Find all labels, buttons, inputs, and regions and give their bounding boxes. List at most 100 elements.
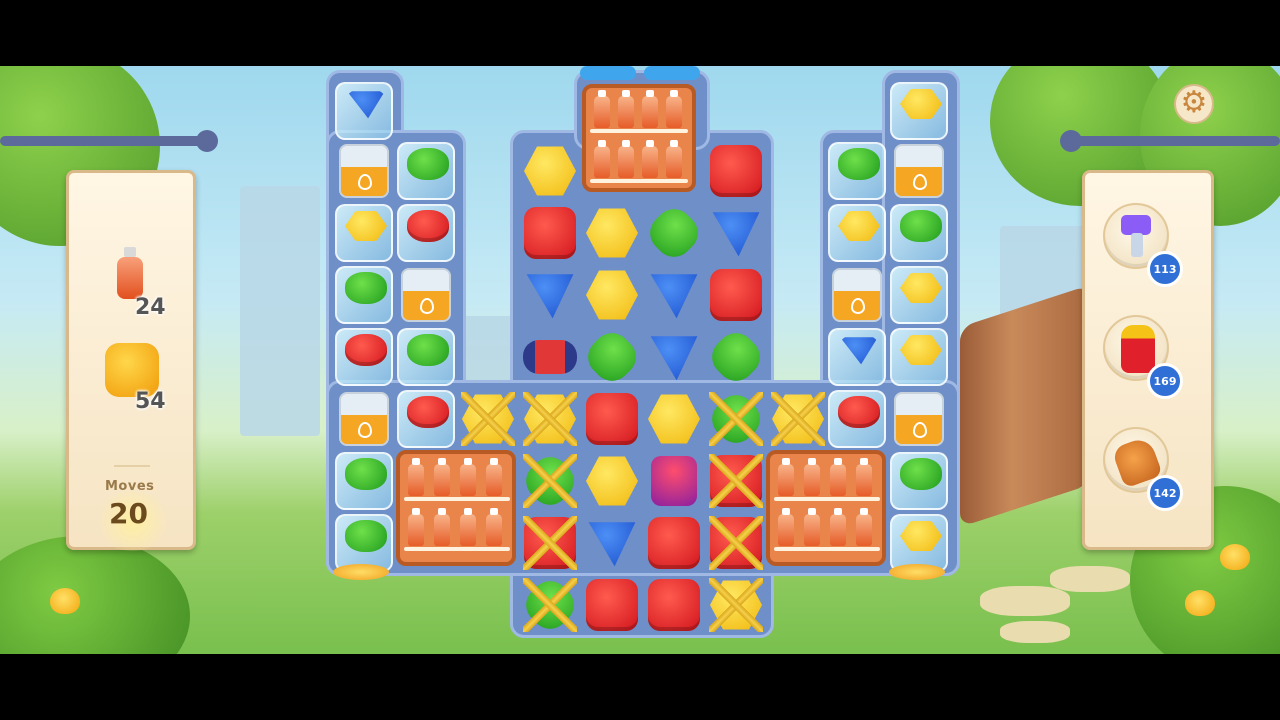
settings-button[interactable]: ⚙ bbox=[1174, 84, 1214, 124]
board-cell[interactable] bbox=[705, 512, 767, 574]
board-cell[interactable] bbox=[519, 388, 581, 450]
honey-jar bbox=[401, 268, 451, 322]
board-cell[interactable] bbox=[888, 140, 950, 202]
board-cell[interactable] bbox=[333, 202, 395, 264]
chain-lock bbox=[523, 578, 577, 632]
flower bbox=[50, 588, 80, 614]
bush bbox=[0, 536, 190, 654]
honey-goal-count: 54 bbox=[135, 389, 166, 414]
board-cell[interactable] bbox=[643, 574, 705, 636]
board-cell[interactable] bbox=[519, 140, 581, 202]
board-cell[interactable] bbox=[395, 326, 457, 388]
board-cell[interactable] bbox=[333, 264, 395, 326]
blue-tile bbox=[650, 274, 698, 319]
board-cell[interactable] bbox=[333, 326, 395, 388]
fire-hydrant-booster-button[interactable]: 169 bbox=[1103, 315, 1183, 399]
board-cell[interactable] bbox=[826, 388, 888, 450]
ice-block bbox=[397, 328, 455, 386]
board-cell[interactable] bbox=[395, 140, 457, 202]
green-tile bbox=[580, 325, 644, 389]
green-tile bbox=[345, 520, 387, 552]
board-cell[interactable] bbox=[705, 202, 767, 264]
ice-block bbox=[335, 266, 393, 324]
blue-tile bbox=[650, 336, 698, 381]
board-cell[interactable] bbox=[888, 388, 950, 450]
board-cell[interactable] bbox=[581, 574, 643, 636]
moves-counter: 20 bbox=[109, 497, 148, 530]
ice-block bbox=[890, 328, 948, 386]
board-cell[interactable] bbox=[642, 201, 706, 265]
bottle-blocker bbox=[778, 508, 794, 546]
board-cell[interactable] bbox=[704, 387, 768, 451]
board-cell[interactable] bbox=[333, 388, 395, 450]
board-cell[interactable] bbox=[705, 574, 767, 636]
board-cell[interactable] bbox=[826, 326, 888, 388]
fire-hydrant-booster-icon bbox=[1121, 325, 1155, 373]
board-cell[interactable] bbox=[705, 450, 767, 512]
board-cell[interactable] bbox=[643, 388, 705, 450]
green-tile bbox=[345, 458, 387, 490]
green-tile bbox=[900, 458, 942, 490]
yellow-tile bbox=[586, 456, 638, 506]
board-cell[interactable] bbox=[395, 264, 457, 326]
hammer-booster-button[interactable]: 113 bbox=[1103, 203, 1183, 287]
glove-booster-button[interactable]: 142 bbox=[1103, 427, 1183, 511]
ice-block bbox=[890, 204, 948, 262]
board-cell[interactable] bbox=[518, 573, 582, 637]
board-cell[interactable] bbox=[888, 326, 950, 388]
board-cell[interactable] bbox=[333, 140, 395, 202]
ice-block bbox=[335, 204, 393, 262]
bottle-blocker bbox=[856, 458, 872, 496]
bottle-blocker bbox=[642, 90, 658, 128]
board-cell[interactable] bbox=[643, 264, 705, 326]
board-cell[interactable] bbox=[705, 140, 767, 202]
bottle-blocker bbox=[618, 90, 634, 128]
board-cell[interactable] bbox=[519, 264, 581, 326]
crate-shelf bbox=[774, 547, 880, 551]
board-cell[interactable] bbox=[333, 80, 395, 142]
board-cell[interactable] bbox=[704, 325, 768, 389]
board-cell[interactable] bbox=[888, 80, 950, 142]
board-cell[interactable] bbox=[643, 450, 705, 512]
board-cell[interactable] bbox=[581, 264, 643, 326]
board-cell[interactable] bbox=[581, 512, 643, 574]
bottle-blocker bbox=[778, 458, 794, 496]
board-cell[interactable] bbox=[581, 202, 643, 264]
board-cell[interactable] bbox=[888, 450, 950, 512]
board-cell[interactable] bbox=[457, 388, 519, 450]
board-cell[interactable] bbox=[580, 325, 644, 389]
ice-block bbox=[397, 204, 455, 262]
board-cell[interactable] bbox=[519, 202, 581, 264]
board-cell[interactable] bbox=[826, 202, 888, 264]
chain-lock bbox=[523, 392, 577, 446]
blue-tile bbox=[526, 274, 574, 319]
red-tile bbox=[586, 579, 638, 631]
board-cell[interactable] bbox=[519, 512, 581, 574]
board-cell[interactable] bbox=[519, 326, 581, 388]
ice-block bbox=[890, 82, 948, 140]
chain-lock bbox=[709, 392, 763, 446]
board-cell[interactable] bbox=[826, 140, 888, 202]
board-cell[interactable] bbox=[395, 388, 457, 450]
drop-exit bbox=[333, 564, 389, 580]
board-cell[interactable] bbox=[888, 264, 950, 326]
board-cell[interactable] bbox=[643, 512, 705, 574]
board-cell[interactable] bbox=[826, 264, 888, 326]
board-cell[interactable] bbox=[705, 264, 767, 326]
board-cell[interactable] bbox=[333, 450, 395, 512]
banner-divider bbox=[114, 465, 150, 467]
board-cell[interactable] bbox=[888, 202, 950, 264]
board-cell[interactable] bbox=[643, 326, 705, 388]
board-cell[interactable] bbox=[518, 449, 582, 513]
red-tile bbox=[710, 269, 762, 321]
crate-shelf bbox=[590, 129, 688, 133]
moves-label: Moves bbox=[105, 479, 155, 494]
boosters-banner: 113 169 142 bbox=[1082, 170, 1214, 550]
board-cell[interactable] bbox=[395, 202, 457, 264]
board-cell[interactable] bbox=[581, 450, 643, 512]
yellow-tile bbox=[900, 272, 942, 304]
background-building bbox=[240, 186, 320, 436]
board-cell[interactable] bbox=[767, 388, 829, 450]
board-cell[interactable] bbox=[581, 388, 643, 450]
crate-shelf bbox=[774, 497, 880, 501]
